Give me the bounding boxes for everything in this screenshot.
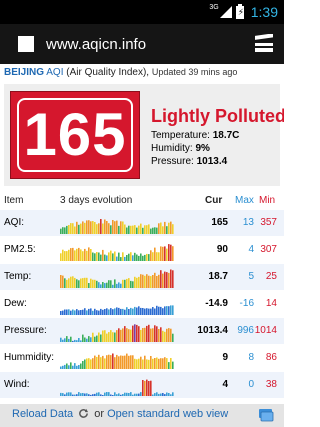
evolution-sparkline [60,305,174,315]
pollution-status: Lightly Polluted [151,106,284,126]
humidity-value: 9% [195,143,210,154]
evolution-sparkline [60,324,174,342]
battery-icon: ⚡ [235,3,245,19]
temperature-line: Temperature: 18.7C [151,130,239,141]
evolution-sparkline [60,353,174,369]
table-header: Item 3 days evolution Cur Max Min [0,193,284,209]
aqi-full-label: (Air Quality Index), [66,67,150,78]
reload-data-link[interactable]: Reload Data [12,408,73,420]
open-web-view-link[interactable]: Open standard web view [107,408,228,420]
row-current-value: -14.9 [205,298,228,309]
pressure-value: 1013.4 [196,156,228,167]
page-icon[interactable] [18,36,34,52]
row-label: Dew: [4,298,27,309]
evolution-sparkline [60,219,174,234]
row-current-value: 18.7 [208,271,228,282]
row-current-value: 165 [211,217,228,228]
table-row: PM2.5: 90 4 307 [0,237,284,263]
table-row: Dew: -14.9 -16 14 [0,291,284,317]
or-text: or [94,408,105,420]
row-current-value: 9 [222,352,228,363]
pressure-line: Pressure: 1013.4 [151,156,227,167]
screen-icon[interactable] [258,408,274,422]
row-min-value: 14 [265,298,277,309]
row-label: Pressure: [4,325,47,336]
row-min-value: 86 [265,352,277,363]
aqi-value: 165 [23,101,127,168]
url-bar[interactable]: www.aqicn.info [46,36,146,53]
signal-icon [219,6,232,18]
pressure-label: Pressure: [151,156,194,167]
row-max-value: 0 [248,379,254,390]
status-bar: 3G ⚡ 1:39 [0,0,284,24]
row-min-value: 1014 [254,325,277,336]
table-row: Pressure: 1013.4 996 1014 [0,318,284,344]
header-cur: Cur [205,195,223,206]
table-row: Temp: 18.7 5 25 [0,264,284,290]
evolution-sparkline [60,244,174,261]
humidity-line: Humidity: 9% [151,143,210,154]
table-row: Wind: 4 0 38 [0,372,284,398]
city-name: BEIJING [4,67,45,78]
row-label: PM2.5: [4,244,36,255]
row-max-value: 4 [248,244,254,255]
row-label: Temp: [4,271,32,282]
evolution-sparkline [60,269,174,288]
page-headline: BEIJING AQI (Air Quality Index), Updated… [4,67,282,78]
evolution-sparkline [60,379,174,396]
tabs-icon[interactable] [254,34,274,54]
row-label: Wind: [4,379,30,390]
row-min-value: 25 [265,271,277,282]
row-max-value: 5 [248,271,254,282]
table-row: Hummidity: 9 8 86 [0,345,284,371]
row-max-value: 996 [237,325,254,336]
header-max: Max [235,195,254,206]
aqi-summary-panel: 165 Lightly Polluted Temperature: 18.7C … [4,84,284,186]
clock: 1:39 [250,4,278,20]
reload-icon[interactable] [78,408,89,419]
row-min-value: 38 [265,379,277,390]
aqi-badge: 165 [10,91,140,179]
row-max-value: 13 [242,217,254,228]
screen: { "status_bar": { "network": "3G", "time… [0,0,284,427]
row-max-value: 8 [248,352,254,363]
row-current-value: 1013.4 [197,325,228,336]
humidity-label: Humidity: [151,143,193,154]
aqi-label: AQI [46,67,64,78]
browser-toolbar: www.aqicn.info [0,24,284,64]
row-current-value: 90 [216,244,228,255]
table-row: AQI: 165 13 357 [0,210,284,236]
row-label: Hummidity: [4,352,55,363]
header-min: Min [259,195,276,206]
row-min-value: 357 [260,217,277,228]
row-current-value: 4 [222,379,228,390]
network-type: 3G [209,3,219,11]
footer-bar: Reload Data or Open standard web view [0,404,284,427]
row-label: AQI: [4,217,25,228]
header-evolution: 3 days evolution [60,195,133,206]
row-min-value: 307 [260,244,277,255]
temperature-value: 18.7C [212,130,240,141]
row-max-value: -16 [239,298,254,309]
temperature-label: Temperature: [151,130,210,141]
header-item: Item [4,195,24,206]
updated-time: Updated 39 mins ago [151,67,238,77]
